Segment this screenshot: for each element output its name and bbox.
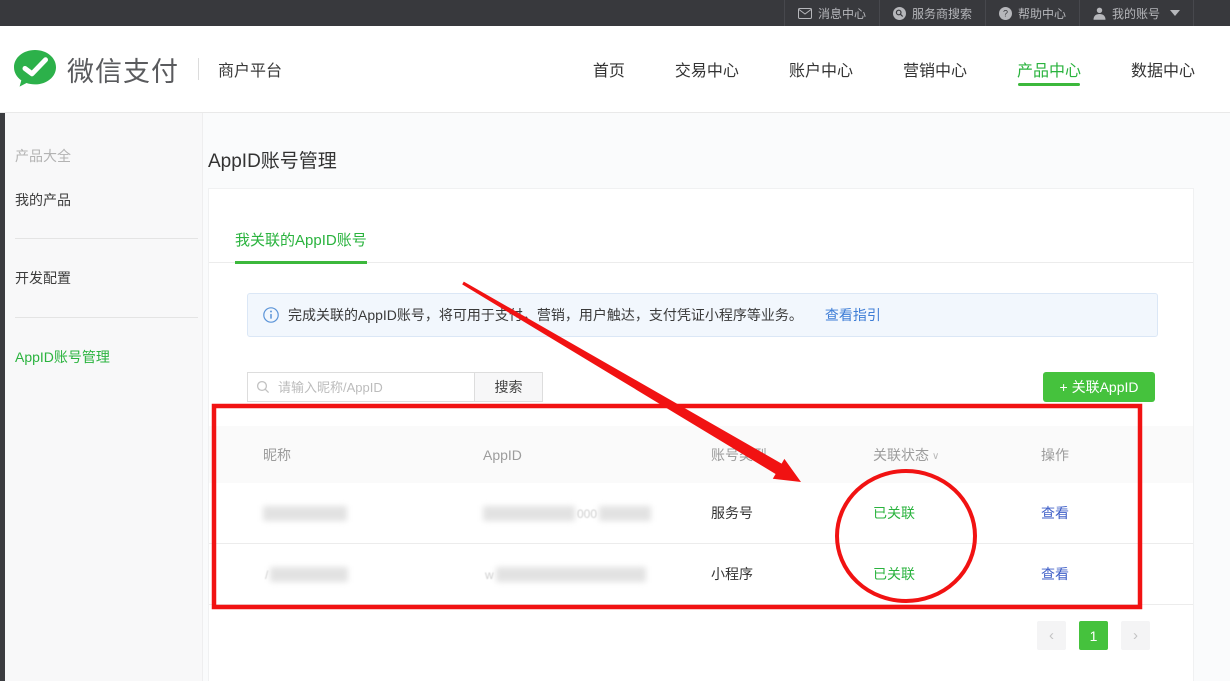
status-badge: 已关联 (873, 503, 1041, 523)
column-header-appid: AppID (483, 447, 711, 463)
sidebar-item-appid-management[interactable]: AppID账号管理 (15, 347, 110, 367)
topbar-item-label: 服务商搜索 (912, 5, 972, 22)
status-badge: 已关联 (873, 564, 1041, 584)
cell-account-type: 小程序 (711, 564, 873, 584)
nav-item-account-center[interactable]: 账户中心 (789, 32, 853, 106)
view-link[interactable]: 查看 (1041, 564, 1193, 584)
sidebar-divider (15, 238, 198, 239)
brand-divider (198, 58, 199, 80)
header: 微信支付 商户平台 首页 交易中心 账户中心 营销中心 产品中心 数据中心 (0, 26, 1230, 113)
main-content: AppID账号管理 我关联的AppID账号 完成关联的AppID账号，将可用于支… (203, 113, 1230, 681)
appid-table: 昵称 AppID 账号类型 关联状态∨ 操作 000 服务号 已关联 查看 (209, 426, 1193, 605)
current-page-button[interactable]: 1 (1079, 621, 1108, 650)
next-page-button[interactable]: › (1121, 621, 1150, 650)
sidebar-section-products: 产品大全 (15, 146, 71, 166)
sidebar: 产品大全 我的产品 开发配置 AppID账号管理 (5, 113, 203, 681)
info-banner: 完成关联的AppID账号，将可用于支付，营销，用户触达，支付凭证小程序等业务。 … (247, 293, 1158, 337)
column-header-link-status[interactable]: 关联状态∨ (873, 445, 1041, 465)
portal-label: 商户平台 (218, 57, 282, 81)
cell-nickname-redacted (263, 505, 483, 522)
topbar-item-my-account[interactable]: 我的账号 (1079, 0, 1194, 26)
sidebar-divider (15, 317, 198, 318)
nav-item-product-center[interactable]: 产品中心 (1017, 32, 1081, 106)
search-button[interactable]: 搜索 (474, 372, 543, 402)
prev-page-button[interactable]: ‹ (1037, 621, 1066, 650)
primary-nav: 首页 交易中心 账户中心 营销中心 产品中心 数据中心 (593, 26, 1195, 112)
page-title: AppID账号管理 (208, 146, 337, 173)
cell-nickname-redacted: / (263, 566, 483, 583)
help-circle-icon: ? (999, 7, 1012, 20)
svg-text:?: ? (1003, 8, 1008, 18)
table-header-row: 昵称 AppID 账号类型 关联状态∨ 操作 (209, 426, 1193, 483)
cell-appid-redacted: 000 (483, 505, 711, 522)
chevron-down-icon (1170, 10, 1180, 16)
cell-account-type: 服务号 (711, 503, 873, 523)
topbar-item-label: 我的账号 (1112, 5, 1160, 22)
info-icon (263, 307, 279, 323)
nav-item-transaction-center[interactable]: 交易中心 (675, 32, 739, 106)
sort-caret-icon: ∨ (932, 451, 939, 462)
pagination: ‹ 1 › (1037, 621, 1150, 650)
topbar-item-help-center[interactable]: ? 帮助中心 (985, 0, 1079, 26)
content-card: 我关联的AppID账号 完成关联的AppID账号，将可用于支付，营销，用户触达，… (208, 188, 1194, 681)
banner-text: 完成关联的AppID账号，将可用于支付，营销，用户触达，支付凭证小程序等业务。 (288, 305, 803, 325)
tab-my-linked-appids[interactable]: 我关联的AppID账号 (235, 229, 367, 264)
search-circle-icon (893, 7, 906, 20)
nav-item-data-center[interactable]: 数据中心 (1131, 32, 1195, 106)
topbar-item-provider-search[interactable]: 服务商搜索 (879, 0, 985, 26)
page-body: 产品大全 我的产品 开发配置 AppID账号管理 AppID账号管理 我关联的A… (0, 113, 1230, 681)
table-row: / w 小程序 已关联 查看 (209, 544, 1193, 605)
topbar-item-message-center[interactable]: 消息中心 (784, 0, 879, 26)
wechat-pay-logo-icon (12, 49, 58, 89)
cell-appid-redacted: w (483, 566, 711, 583)
search-input[interactable] (247, 372, 474, 402)
column-header-actions: 操作 (1041, 445, 1193, 465)
brand-name: 微信支付 (67, 50, 179, 89)
topbar-item-label: 帮助中心 (1018, 5, 1066, 22)
user-icon (1093, 7, 1106, 20)
search-box: 搜索 (247, 372, 543, 402)
table-row: 000 服务号 已关联 查看 (209, 483, 1193, 544)
nav-item-home[interactable]: 首页 (593, 32, 625, 106)
nav-item-marketing-center[interactable]: 营销中心 (903, 32, 967, 106)
wechat-pay-merchant-platform: 消息中心 服务商搜索 ? 帮助中心 我的账号 (0, 0, 1230, 681)
column-header-nickname: 昵称 (263, 445, 483, 465)
topbar: 消息中心 服务商搜索 ? 帮助中心 我的账号 (0, 0, 1230, 26)
mail-icon (798, 8, 812, 19)
link-appid-button[interactable]: + 关联AppID (1043, 372, 1155, 402)
topbar-item-label: 消息中心 (818, 5, 866, 22)
brand: 微信支付 商户平台 (12, 26, 282, 112)
sidebar-item-my-products[interactable]: 我的产品 (15, 190, 71, 210)
column-header-account-type: 账号类型 (711, 445, 873, 465)
sidebar-item-dev-config[interactable]: 开发配置 (15, 268, 71, 288)
view-link[interactable]: 查看 (1041, 503, 1193, 523)
view-guide-link[interactable]: 查看指引 (825, 305, 881, 325)
tab-bar: 我关联的AppID账号 (209, 189, 1193, 263)
